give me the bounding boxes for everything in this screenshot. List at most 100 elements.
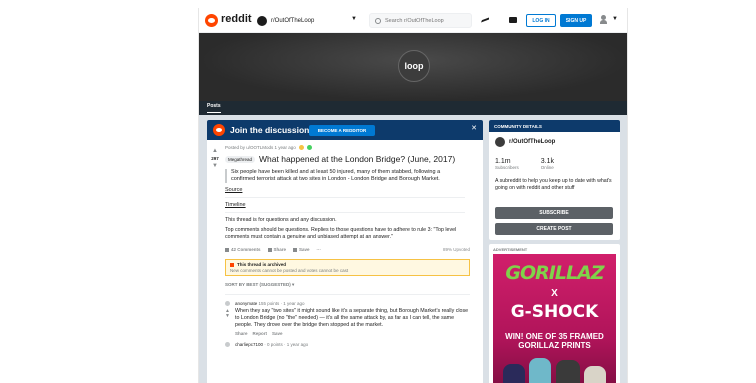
upvote-ratio: 89% Upvoted: [442, 247, 470, 252]
chevron-down-icon: ▼: [351, 16, 357, 22]
comment-vote[interactable]: ▲ ▼: [225, 309, 230, 319]
create-post-button[interactable]: CREATE POST: [495, 223, 613, 235]
online-label: Online: [540, 165, 554, 170]
avatar: [225, 342, 230, 347]
community-stats: 1.1m Subscribers 3.1k Online: [495, 158, 554, 170]
post-panel: Join the discussion BECOME A REDDITOR ✕ …: [207, 120, 483, 383]
subscribe-button[interactable]: SUBSCRIBE: [495, 207, 613, 219]
ad-banner[interactable]: GORILLAZ X G-SHOCK WIN! ONE OF 35 FRAMED…: [493, 254, 616, 383]
chevron-down-icon: ▼: [612, 16, 618, 22]
subscribers-label: Subscribers: [495, 165, 519, 170]
share-icon: [267, 247, 272, 252]
comment-actions: Share Report Save: [235, 331, 470, 336]
signup-button[interactable]: SIGN UP: [560, 14, 592, 27]
comments-label: 42 Comments: [231, 247, 261, 252]
online-count: 3.1k: [540, 158, 554, 165]
comment-meta-text: 155 points · 1 year ago: [258, 301, 305, 306]
reddit-wordmark[interactable]: reddit: [221, 13, 252, 25]
post-text-intro: This thread is for questions and any dis…: [225, 217, 337, 223]
award-icon: [299, 145, 305, 151]
sort-dropdown[interactable]: SORT BY BEST (SUGGESTED) ▾: [225, 282, 479, 288]
subreddit-icon: [257, 15, 267, 26]
login-button[interactable]: LOG IN: [526, 14, 556, 27]
online-stat: 3.1k Online: [541, 158, 554, 170]
chevron-down-icon: ▾: [291, 282, 295, 287]
chat-icon[interactable]: [509, 17, 517, 23]
post-actions: 42 Comments Share Save ··· 89% Upvoted: [225, 247, 470, 252]
comment-icon: [225, 247, 229, 252]
archived-notice: This thread is archived New comments can…: [225, 259, 470, 276]
community-name: r/OutOfTheLoop: [509, 139, 556, 145]
become-redditor-button[interactable]: BECOME A REDDITOR: [309, 125, 375, 136]
community-details: COMMUNITY DETAILS r/OutOfTheLoop 1.1m Su…: [489, 120, 620, 240]
save-icon: [293, 247, 298, 252]
community-header: COMMUNITY DETAILS: [489, 120, 620, 132]
reddit-logo-icon: [213, 124, 225, 136]
upvote-icon[interactable]: ▲: [210, 148, 220, 154]
ad-brand-gshock: G-SHOCK: [510, 302, 599, 322]
share-button[interactable]: Share: [267, 247, 287, 252]
comment-author[interactable]: anonymate: [235, 301, 257, 306]
top-nav: reddit r/OutOfTheLoop ▼ LOG IN SIGN UP ▼: [199, 8, 627, 54]
subscribers-stat: 1.1m Subscribers: [495, 158, 519, 170]
subscribers-count: 1.1m: [495, 158, 511, 165]
community-name-row[interactable]: r/OutOfTheLoop: [495, 137, 555, 147]
source-link[interactable]: Source: [225, 187, 479, 193]
search-icon: [375, 17, 381, 24]
search-bar[interactable]: [369, 13, 472, 28]
page: reddit r/OutOfTheLoop ▼ LOG IN SIGN UP ▼: [0, 0, 756, 383]
timeline-link[interactable]: Timeline: [225, 202, 479, 208]
advertisement: ADVERTISEMENT GORILLAZ X G-SHOCK WIN! ON…: [489, 244, 620, 383]
join-discussion-bar: Join the discussion BECOME A REDDITOR ✕: [207, 120, 483, 140]
divider: [225, 197, 465, 198]
comment-save-button[interactable]: Save: [272, 331, 283, 336]
comment: charliepc7100 · 0 points · 1 year ago: [225, 342, 470, 347]
save-label: Save: [299, 247, 310, 252]
post-title-row: Megathread What happened at the London B…: [225, 154, 479, 164]
user-dropdown[interactable]: ▼: [600, 15, 619, 25]
divider: [225, 294, 470, 295]
comment-report-button[interactable]: Report: [253, 331, 268, 336]
divider: [225, 212, 465, 213]
subreddit-logo: loop: [398, 50, 430, 82]
save-button[interactable]: Save: [293, 247, 310, 252]
post-body: Posted by u/OOTLMods 1 year ago Megathre…: [225, 145, 479, 347]
reddit-logo-icon[interactable]: [205, 14, 218, 27]
post-meta: Posted by u/OOTLMods 1 year ago: [225, 145, 479, 152]
archived-title: This thread is archived: [230, 262, 465, 267]
search-input[interactable]: [385, 17, 465, 24]
browser-viewport: reddit r/OutOfTheLoop ▼ LOG IN SIGN UP ▼: [198, 8, 628, 383]
post-flair[interactable]: Megathread: [225, 155, 256, 163]
comment-share-button[interactable]: Share: [235, 331, 248, 336]
subreddit-dropdown[interactable]: r/OutOfTheLoop ▼: [257, 14, 357, 27]
comment-author[interactable]: charliepc7100: [235, 342, 263, 347]
subreddit-dropdown-label: r/OutOfTheLoop: [271, 17, 315, 24]
ad-promo-text: WIN! ONE OF 35 FRAMED GORILLAZ PRINTS: [505, 332, 604, 350]
user-icon-body: [600, 20, 607, 24]
share-label: Share: [273, 247, 287, 252]
comment-text: When they say "two sites" it might sound…: [235, 308, 469, 328]
avatar: [225, 301, 230, 306]
post-quote: Six people have been killed and at least…: [225, 169, 465, 183]
post-text-rules: Top comments should be questions. Replie…: [225, 227, 457, 240]
more-button[interactable]: ···: [317, 247, 322, 252]
post-title[interactable]: What happened at the London Bridge? (Jun…: [259, 154, 455, 164]
comment-meta: charliepc7100 · 0 points · 1 year ago: [235, 342, 470, 347]
comments-button[interactable]: 42 Comments: [225, 247, 261, 252]
close-icon[interactable]: ✕: [471, 124, 477, 132]
tab-posts[interactable]: Posts: [207, 103, 221, 113]
trending-icon[interactable]: [481, 14, 489, 23]
post-score: 297: [211, 156, 219, 161]
post-vote: ▲ 297 ▼: [210, 148, 220, 169]
archived-text: New comments cannot be posted and votes …: [230, 268, 349, 273]
subreddit-tabbar: Posts: [199, 101, 627, 115]
comment-meta-text: · 0 points · 1 year ago: [264, 342, 309, 347]
downvote-icon[interactable]: ▼: [210, 163, 220, 169]
ad-characters-illustration: [501, 356, 609, 383]
community-description: A subreddit to help you keep up to date …: [495, 178, 612, 191]
ad-x: X: [551, 288, 558, 299]
subreddit-icon: [495, 137, 505, 147]
comment: ▲ ▼ anonymate 155 points · 1 year ago Whe…: [225, 301, 470, 336]
award-icon: [307, 145, 313, 151]
comment-meta: anonymate 155 points · 1 year ago: [235, 301, 470, 306]
